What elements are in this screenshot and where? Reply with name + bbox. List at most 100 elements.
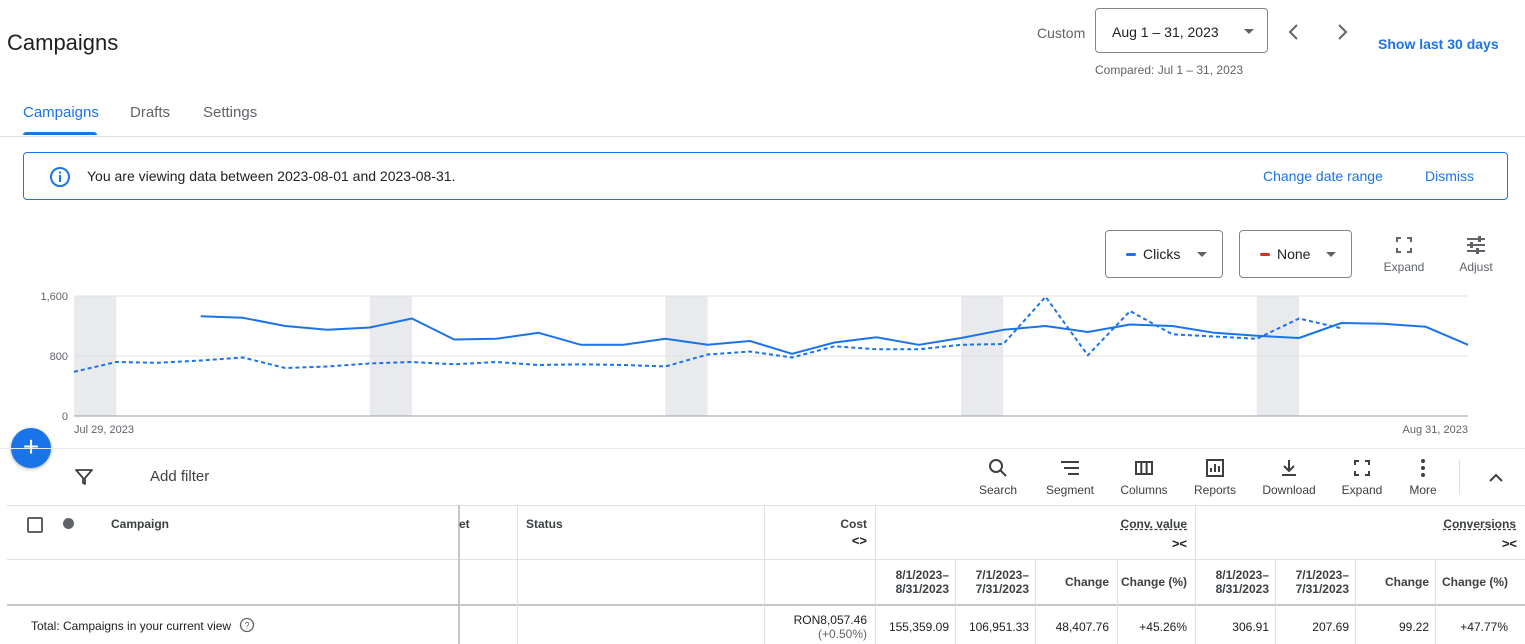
columns-label: Columns [1120,483,1168,497]
more-label: More [1409,483,1437,497]
expand-compare-icon[interactable]: <> [837,533,867,548]
total-cost: RON8,057.46 [793,613,867,627]
total-cost-change: (+0.50%) [817,627,867,641]
more-vert-icon [1421,459,1425,477]
search-button[interactable]: Search [963,458,1033,497]
collapse-compare-icon[interactable]: >< [1487,536,1517,551]
col-divider [955,559,956,644]
metric-selector-secondary[interactable]: None [1239,230,1352,278]
chart-expand-button[interactable]: Expand [1378,236,1430,274]
conversions-change-header[interactable]: Change [1357,575,1429,589]
chart-adjust-button[interactable]: Adjust [1450,236,1502,274]
reports-button[interactable]: Reports [1180,458,1250,497]
tune-icon [1467,236,1485,254]
col-divider [1117,559,1118,644]
dismiss-link[interactable]: Dismiss [1425,168,1474,184]
subheader-row-divider [7,604,1525,606]
page-title: Campaigns [7,30,119,55]
help-icon[interactable]: ? [239,617,255,633]
columns-button[interactable]: Columns [1109,458,1179,497]
select-all-checkbox[interactable] [27,517,43,533]
collapse-compare-icon[interactable]: >< [1157,536,1187,551]
total-conv-value-change-pct: +45.26% [1139,620,1187,634]
metric2-label: None [1277,246,1311,262]
conv-value-change-header[interactable]: Change [1037,575,1109,589]
date-range-selector[interactable]: Aug 1 – 31, 2023 [1095,8,1268,53]
segment-button[interactable]: Segment [1035,458,1105,497]
total-conversions-change: 99.22 [1398,620,1429,634]
budget-column-header[interactable]: et [459,517,470,531]
filter-icon[interactable] [74,468,94,486]
show-last-30-days-button[interactable]: Show last 30 days [1378,36,1499,52]
col-divider [875,505,876,644]
change-date-range-link[interactable]: Change date range [1263,168,1383,184]
conv-value-column-header[interactable]: Conv. value [1087,517,1187,531]
conversions-change-pct-header[interactable]: Change (%) [1437,575,1508,589]
search-label: Search [978,483,1018,497]
y-tick-label: 0 [62,411,68,423]
chart-adjust-label: Adjust [1459,260,1493,274]
conv-value-change-pct-header[interactable]: Change (%) [1119,575,1187,589]
metric-selector-primary[interactable]: Clicks [1105,230,1223,278]
conv-value-period2-header[interactable]: 7/1/2023– 7/31/2023 [957,568,1029,596]
total-conversions-period1: 306.91 [1232,620,1269,634]
total-conversions-period2: 207.69 [1312,620,1349,634]
total-conv-value-period2: 106,951.33 [968,620,1029,634]
compared-date-range: Compared: Jul 1 – 31, 2023 [1095,63,1244,77]
dropdown-caret-icon [1326,252,1336,257]
col-divider [1195,505,1196,644]
table-expand-label: Expand [1341,483,1383,497]
toolbar-divider [0,448,1525,449]
chart-expand-label: Expand [1383,260,1425,274]
col-divider [1035,559,1036,644]
status-column-header[interactable]: Status [526,517,563,531]
info-banner: You are viewing data between 2023-08-01 … [23,152,1508,200]
campaigns-table: Campaign et Status Cost <> Conv. value >… [7,505,1525,644]
metric1-color-swatch [1126,253,1136,256]
comparison-clicks-line [73,295,1342,373]
columns-icon [1135,461,1153,475]
fullscreen-icon [1354,460,1370,476]
date-range-value: Aug 1 – 31, 2023 [1112,24,1219,40]
clicks-line-chart: 1,600 800 0 Jul 29, 2023 Aug 31, 2023 [40,291,1469,436]
segment-label: Segment [1045,483,1095,497]
tab-settings[interactable]: Settings [203,104,257,121]
info-icon [50,167,70,187]
plus-icon: + [22,431,40,462]
next-period-button[interactable] [1330,20,1354,44]
table-expand-button[interactable]: Expand [1327,458,1397,497]
conversions-column-header[interactable]: Conversions [1407,517,1516,531]
tab-campaigns[interactable]: Campaigns [23,104,99,121]
chevron-left-icon [1288,24,1298,40]
active-tab-indicator [23,132,97,135]
total-conv-value-period1: 155,359.09 [888,620,949,634]
reports-icon [1206,459,1224,477]
campaign-column-header[interactable]: Campaign [111,517,169,531]
conversions-period2-header[interactable]: 7/1/2023– 7/31/2023 [1277,568,1349,596]
total-conv-value-change: 48,407.76 [1055,620,1109,634]
col-divider [517,505,518,644]
download-button[interactable]: Download [1254,458,1324,497]
download-icon [1282,460,1296,476]
fullscreen-icon [1396,237,1412,253]
dropdown-caret-icon [1244,29,1254,34]
add-filter-input[interactable]: Add filter [150,468,209,485]
cost-column-header[interactable]: Cost [777,517,867,531]
reports-label: Reports [1193,483,1237,497]
segment-icon [1061,461,1079,475]
chevron-right-icon [1338,24,1348,40]
banner-message: You are viewing data between 2023-08-01 … [87,168,456,184]
x-end-label: Aug 31, 2023 [1403,424,1468,436]
conversions-period1-header[interactable]: 8/1/2023– 8/31/2023 [1197,568,1269,596]
collapse-chevron-icon[interactable] [1486,468,1506,486]
total-conversions-change-pct: +47.77% [1460,620,1508,634]
tab-drafts[interactable]: Drafts [130,104,170,121]
previous-period-button[interactable] [1282,20,1306,44]
col-divider [764,505,765,644]
col-divider [1355,559,1356,644]
tabs-divider [0,136,1525,137]
y-tick-label: 800 [50,351,68,363]
table-top-border [7,505,1525,506]
conv-value-period1-header[interactable]: 8/1/2023– 8/31/2023 [877,568,949,596]
more-button[interactable]: More [1388,458,1458,497]
